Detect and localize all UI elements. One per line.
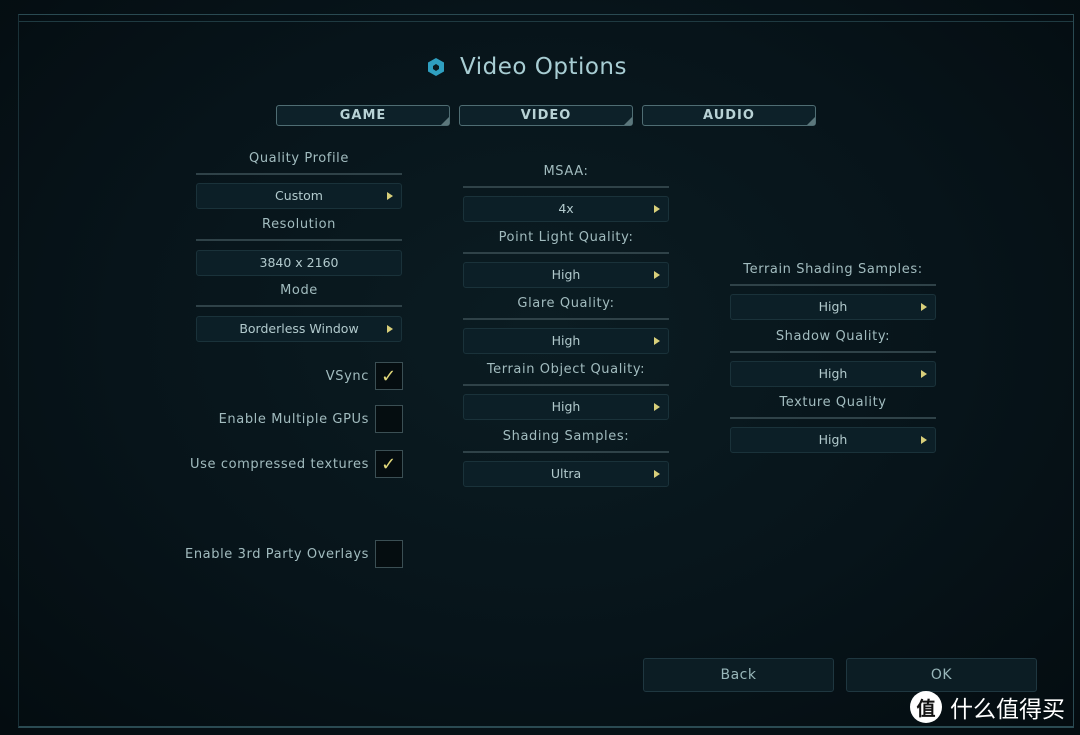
setting-label: Terrain Shading Samples: bbox=[743, 262, 923, 277]
ok-button[interactable]: OK bbox=[846, 658, 1037, 692]
dropdown-value: High bbox=[818, 366, 848, 381]
setting-dropdown[interactable]: 4x bbox=[463, 196, 669, 222]
arrow-right-icon bbox=[387, 325, 393, 333]
quality-profile-dropdown[interactable]: Custom bbox=[196, 183, 402, 209]
dropdown-value: High bbox=[551, 267, 581, 282]
dropdown-value: High bbox=[551, 333, 581, 348]
resolution-field[interactable]: 3840 x 2160 bbox=[196, 250, 402, 276]
divider bbox=[730, 417, 936, 419]
arrow-right-icon bbox=[654, 205, 660, 213]
check-icon: ✓ bbox=[381, 365, 397, 387]
mode-dropdown[interactable]: Borderless Window bbox=[196, 316, 402, 342]
checkbox[interactable] bbox=[375, 540, 403, 568]
setting-dropdown[interactable]: High bbox=[463, 262, 669, 288]
setting-label: Glare Quality: bbox=[517, 296, 615, 311]
checkbox[interactable] bbox=[375, 405, 403, 433]
checkbox[interactable]: ✓ bbox=[375, 450, 403, 478]
divider bbox=[196, 173, 402, 175]
setting-label: Terrain Object Quality: bbox=[486, 362, 646, 377]
checkbox[interactable]: ✓ bbox=[375, 362, 403, 390]
watermark: 值 什么值得买 bbox=[910, 690, 1065, 724]
arrow-right-icon bbox=[921, 436, 927, 444]
setting-dropdown[interactable]: High bbox=[730, 294, 936, 320]
arrow-right-icon bbox=[654, 337, 660, 345]
setting-dropdown[interactable]: Ultra bbox=[463, 461, 669, 487]
arrow-right-icon bbox=[921, 370, 927, 378]
setting-dropdown[interactable]: High bbox=[463, 394, 669, 420]
dropdown-value: Ultra bbox=[550, 466, 582, 481]
arrow-right-icon bbox=[654, 403, 660, 411]
divider bbox=[196, 305, 402, 307]
checkbox-label: Use compressed textures bbox=[190, 456, 369, 472]
watermark-text: 什么值得买 bbox=[950, 697, 1065, 723]
page-title: Video Options bbox=[426, 54, 627, 80]
checkbox-label: VSync bbox=[325, 368, 369, 384]
tab-audio[interactable]: AUDIO bbox=[642, 105, 816, 126]
dropdown-value: 4x bbox=[558, 201, 574, 216]
checkbox-row: VSync ✓ bbox=[150, 362, 403, 390]
setting-label: Shadow Quality: bbox=[775, 329, 891, 344]
resolution-label: Resolution bbox=[262, 217, 336, 232]
mode-label: Mode bbox=[280, 283, 318, 298]
divider bbox=[730, 351, 936, 353]
checkbox-row: Enable 3rd Party Overlays bbox=[150, 540, 403, 568]
checkbox-label: Enable Multiple GPUs bbox=[218, 411, 369, 427]
arrow-right-icon bbox=[654, 271, 660, 279]
dropdown-value: Custom bbox=[275, 188, 323, 203]
divider bbox=[463, 384, 669, 386]
divider bbox=[463, 451, 669, 453]
setting-label: MSAA: bbox=[543, 164, 589, 179]
divider bbox=[463, 186, 669, 188]
hex-logo-icon bbox=[428, 58, 444, 76]
checkbox-row: Enable Multiple GPUs bbox=[150, 405, 403, 433]
divider bbox=[463, 252, 669, 254]
setting-dropdown[interactable]: High bbox=[730, 427, 936, 453]
divider bbox=[730, 284, 936, 286]
arrow-right-icon bbox=[387, 192, 393, 200]
dropdown-value: Borderless Window bbox=[239, 321, 359, 336]
tab-video[interactable]: VIDEO bbox=[459, 105, 633, 126]
dropdown-value: High bbox=[818, 432, 848, 447]
dropdown-value: High bbox=[818, 299, 848, 314]
dropdown-value: High bbox=[551, 399, 581, 414]
setting-dropdown[interactable]: High bbox=[730, 361, 936, 387]
title-text: Video Options bbox=[460, 54, 627, 80]
divider bbox=[196, 239, 402, 241]
quality-profile-label: Quality Profile bbox=[248, 151, 349, 166]
arrow-right-icon bbox=[921, 303, 927, 311]
watermark-badge: 值 bbox=[910, 691, 942, 723]
setting-label: Texture Quality bbox=[779, 395, 887, 410]
setting-dropdown[interactable]: High bbox=[463, 328, 669, 354]
check-icon: ✓ bbox=[381, 453, 397, 475]
setting-label: Shading Samples: bbox=[502, 429, 630, 444]
setting-label: Point Light Quality: bbox=[498, 230, 634, 245]
back-button[interactable]: Back bbox=[643, 658, 834, 692]
arrow-right-icon bbox=[654, 470, 660, 478]
field-value: 3840 x 2160 bbox=[259, 255, 339, 270]
checkbox-row: Use compressed textures ✓ bbox=[150, 450, 403, 478]
divider bbox=[463, 318, 669, 320]
tab-game[interactable]: GAME bbox=[276, 105, 450, 126]
checkbox-label: Enable 3rd Party Overlays bbox=[185, 546, 369, 562]
